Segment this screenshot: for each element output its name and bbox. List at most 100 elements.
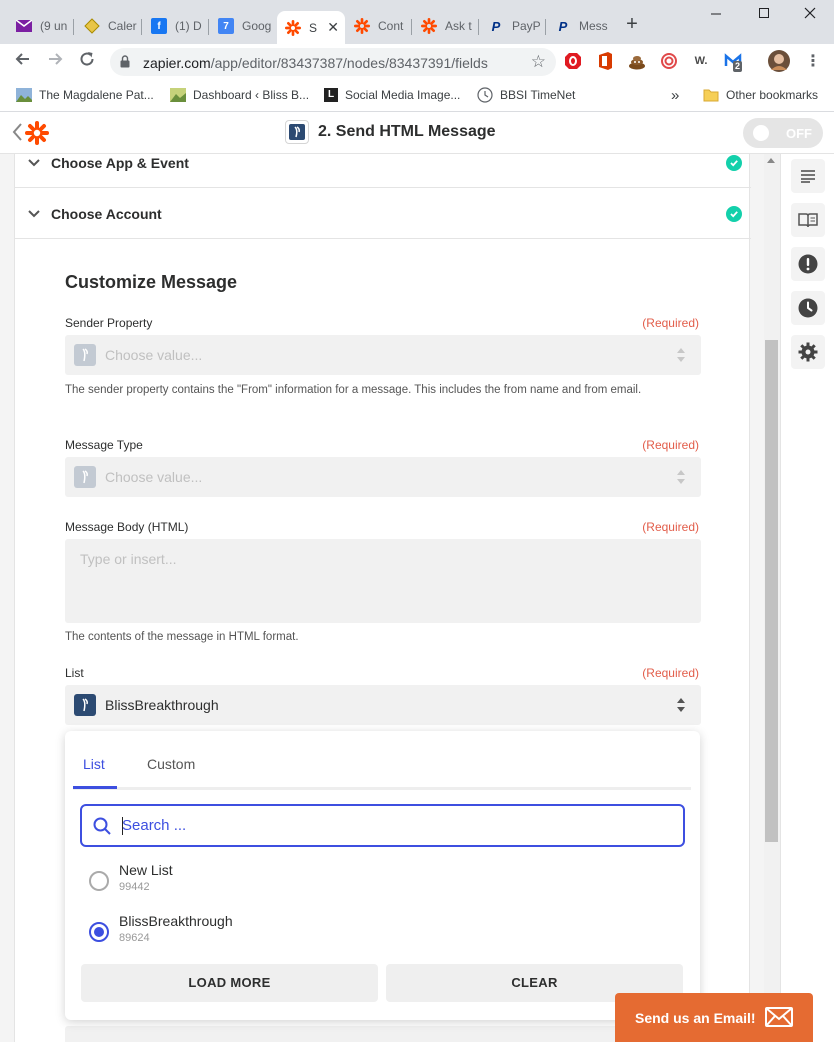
app-logo-icon bbox=[74, 694, 96, 716]
google-calendar-icon: 7 bbox=[218, 18, 234, 34]
load-more-button[interactable]: LOAD MORE bbox=[81, 964, 378, 1002]
bookmark-bbsi-timenet[interactable]: BBSI TimeNet bbox=[477, 86, 575, 104]
tab-custom[interactable]: Custom bbox=[147, 756, 195, 772]
message-type-select[interactable]: Choose value... bbox=[65, 457, 701, 497]
back-arrow-icon[interactable] bbox=[12, 50, 34, 72]
bookmark-magdalene[interactable]: The Magdalene Pat... bbox=[16, 86, 154, 104]
zapier-icon bbox=[354, 18, 370, 34]
settings-button[interactable] bbox=[791, 335, 825, 369]
browser-tab-zapier-active[interactable]: S ✕ bbox=[277, 11, 345, 44]
url-path: /app/editor/83437387/nodes/83437391/fiel… bbox=[210, 55, 488, 71]
radio-button-selected[interactable] bbox=[89, 922, 109, 942]
app-logo-icon bbox=[285, 120, 309, 144]
bookmark-dashboard[interactable]: Dashboard ‹ Bliss B... bbox=[170, 86, 309, 104]
envelope-icon bbox=[765, 1007, 793, 1027]
browser-tab-facebook[interactable]: f (1) D bbox=[143, 11, 209, 41]
zapier-logo-icon[interactable] bbox=[25, 121, 49, 145]
browser-tab-paypal-messages[interactable]: P Mess bbox=[547, 11, 613, 41]
updown-arrows-icon bbox=[677, 698, 685, 712]
gmail-icon bbox=[16, 18, 32, 34]
list-search-input[interactable]: Search ... bbox=[80, 804, 685, 847]
tab-title: (9 un bbox=[40, 19, 68, 33]
section-choose-account[interactable]: Choose Account bbox=[15, 188, 751, 239]
section-title: Choose App & Event bbox=[51, 155, 189, 171]
mailchimp-extension-icon[interactable]: 2 bbox=[724, 52, 743, 72]
tab-list[interactable]: List bbox=[83, 756, 105, 772]
minimize-button[interactable] bbox=[706, 6, 726, 26]
radio-button[interactable] bbox=[89, 871, 109, 891]
bookmark-label: BBSI TimeNet bbox=[500, 88, 576, 102]
gear-icon bbox=[798, 342, 818, 362]
bookmark-star-icon[interactable]: ☆ bbox=[531, 52, 546, 72]
tab-title: S bbox=[309, 20, 318, 35]
close-icon[interactable]: ✕ bbox=[327, 19, 339, 36]
extension-badge: 2 bbox=[733, 61, 743, 72]
lock-icon bbox=[120, 55, 130, 68]
forward-arrow-icon[interactable] bbox=[44, 50, 66, 72]
sender-property-select[interactable]: Choose value... bbox=[65, 335, 701, 375]
list-option-blissbreakthrough[interactable]: BlissBreakthrough 89624 bbox=[89, 913, 669, 953]
message-body-input[interactable]: Type or insert... bbox=[65, 539, 701, 623]
scroll-up-arrow-icon[interactable] bbox=[767, 158, 775, 163]
zapier-icon bbox=[285, 19, 301, 36]
clock-icon bbox=[798, 298, 818, 318]
browser-tab-calendar[interactable]: Caler bbox=[76, 11, 142, 41]
tab-title: Cont bbox=[378, 19, 404, 33]
browser-tab-paypal[interactable]: P PayP bbox=[480, 11, 546, 41]
chevron-down-icon bbox=[28, 159, 40, 167]
clock-icon bbox=[477, 87, 493, 103]
option-id: 89624 bbox=[119, 932, 150, 944]
facebook-icon: f bbox=[151, 18, 167, 34]
maximize-button[interactable] bbox=[754, 6, 774, 26]
guide-button[interactable] bbox=[791, 203, 825, 237]
zap-on-off-toggle[interactable]: OFF bbox=[743, 118, 823, 148]
zapier-icon bbox=[421, 18, 437, 34]
spiral-extension-icon[interactable] bbox=[660, 52, 678, 70]
bookmark-social-media[interactable]: L Social Media Image... bbox=[324, 86, 460, 104]
l-logo-icon: L bbox=[324, 88, 338, 102]
list-lines-icon bbox=[801, 170, 815, 183]
message-body-label: Message Body (HTML) bbox=[65, 520, 189, 534]
back-chevron-icon[interactable] bbox=[11, 121, 23, 149]
message-type-placeholder: Choose value... bbox=[105, 469, 203, 485]
w-extension-icon[interactable]: W. bbox=[692, 52, 710, 70]
kebab-menu-icon[interactable]: ⋮ bbox=[804, 52, 822, 70]
list-selected-value: BlissBreakthrough bbox=[105, 697, 219, 713]
option-id: 99442 bbox=[119, 881, 150, 893]
list-option-new-list[interactable]: New List 99442 bbox=[89, 862, 669, 902]
app-logo-icon bbox=[74, 344, 96, 366]
browser-tab-gmail[interactable]: (9 un bbox=[8, 11, 74, 41]
bookmarks-overflow-button[interactable]: » bbox=[671, 86, 679, 104]
tab-title: (1) D bbox=[175, 19, 202, 33]
tab-title: Goog bbox=[242, 19, 272, 33]
office-icon[interactable] bbox=[596, 52, 614, 70]
opera-adblock-icon[interactable] bbox=[564, 52, 582, 70]
new-tab-button[interactable]: + bbox=[622, 14, 642, 34]
tab-title: Caler bbox=[108, 19, 137, 33]
browser-tab-google-calendar[interactable]: 7 Goog bbox=[210, 11, 276, 41]
poop-emoji-icon[interactable] bbox=[628, 52, 646, 70]
window-close-button[interactable] bbox=[800, 6, 820, 26]
address-bar[interactable]: zapier.com/app/editor/83437387/nodes/834… bbox=[110, 48, 556, 76]
outline-button[interactable] bbox=[791, 159, 825, 193]
history-button[interactable] bbox=[791, 291, 825, 325]
exclamation-circle-icon bbox=[798, 254, 818, 274]
browser-tab-zapier-contact[interactable]: Cont bbox=[346, 11, 412, 41]
other-bookmarks[interactable]: Other bookmarks bbox=[703, 86, 818, 104]
section-choose-app-event[interactable]: Choose App & Event bbox=[15, 154, 751, 188]
profile-avatar[interactable] bbox=[768, 50, 790, 72]
list-select[interactable]: BlissBreakthrough bbox=[65, 685, 701, 725]
step-title: 2. Send HTML Message bbox=[318, 123, 496, 140]
scrollbar-thumb[interactable] bbox=[765, 340, 778, 842]
browser-tab-strip: (9 un Caler f (1) D 7 Goog S ✕ Cont Ask bbox=[0, 0, 834, 44]
browser-toolbar: zapier.com/app/editor/83437387/nodes/834… bbox=[0, 44, 834, 79]
browser-tab-zapier-ask[interactable]: Ask t bbox=[413, 11, 479, 41]
bookmarks-bar: The Magdalene Pat... Dashboard ‹ Bliss B… bbox=[0, 79, 834, 112]
zap-editor-header: 2. Send HTML Message OFF bbox=[0, 112, 834, 154]
send-email-widget-button[interactable]: Send us an Email! bbox=[615, 993, 813, 1042]
app-logo-icon bbox=[74, 466, 96, 488]
search-icon bbox=[93, 817, 111, 835]
option-name: BlissBreakthrough bbox=[119, 913, 233, 929]
alerts-button[interactable] bbox=[791, 247, 825, 281]
reload-icon[interactable] bbox=[76, 50, 98, 72]
